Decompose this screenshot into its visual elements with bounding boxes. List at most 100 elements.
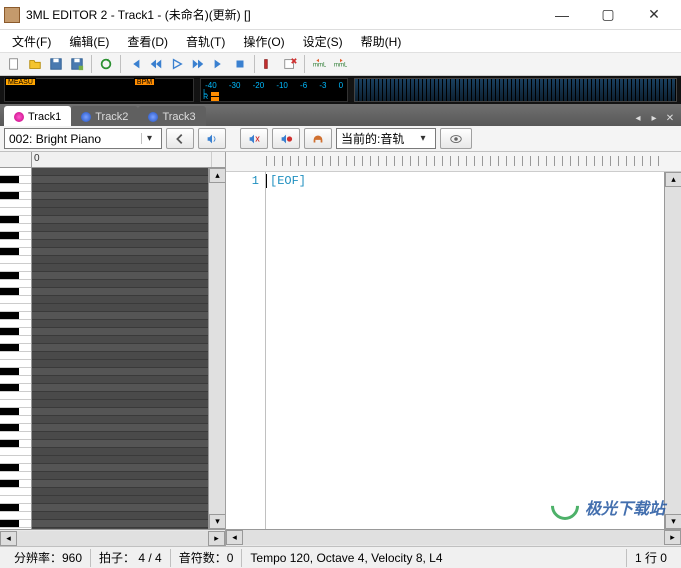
toolbar: mmL mmL bbox=[0, 52, 681, 76]
piano-roll-hscroll[interactable]: ◂ ▸ bbox=[0, 529, 225, 546]
tab-bar: Track1 Track2 Track3 ◂ ▸ ✕ bbox=[0, 104, 681, 126]
new-file-button[interactable] bbox=[4, 54, 24, 74]
instrument-select[interactable]: 002: Bright Piano ▾ bbox=[4, 128, 162, 149]
rewind-button[interactable] bbox=[125, 54, 145, 74]
scroll-up-button[interactable]: ▴ bbox=[665, 172, 681, 187]
meas-label: MEASU bbox=[5, 78, 36, 86]
editor-body[interactable]: 1 [EOF] bbox=[226, 172, 664, 529]
menu-file[interactable]: 文件(F) bbox=[4, 31, 59, 52]
level-meter: -40 -30 -20 -10 -6 -3 0 LR bbox=[200, 78, 348, 102]
tab-scroll-right[interactable]: ▸ bbox=[647, 113, 661, 124]
stop-button[interactable] bbox=[230, 54, 250, 74]
step-back-button[interactable] bbox=[146, 54, 166, 74]
ruler-zero: 0 bbox=[32, 152, 212, 167]
save-as-button[interactable] bbox=[67, 54, 87, 74]
tab-track3[interactable]: Track3 bbox=[138, 106, 205, 126]
status-bar: 分辨率：960 拍子： 4 / 4 音符数：0 Tempo 120, Octav… bbox=[0, 546, 681, 568]
eof-marker: [EOF] bbox=[270, 174, 306, 188]
piano-keys[interactable] bbox=[0, 168, 32, 529]
instrument-toolbar: 002: Bright Piano ▾ 当前的:音轨 ▾ bbox=[0, 126, 681, 152]
piano-roll-vscroll[interactable]: ▴ ▾ bbox=[208, 168, 225, 529]
menu-view[interactable]: 查看(D) bbox=[119, 31, 176, 52]
editor-vscroll[interactable]: ▴ ▾ bbox=[664, 172, 681, 529]
editor-pane: 1 [EOF] ▴ ▾ ◂ ▸ bbox=[226, 152, 681, 546]
open-file-button[interactable] bbox=[25, 54, 45, 74]
close-button[interactable]: ✕ bbox=[631, 1, 677, 29]
svg-text:mmL: mmL bbox=[313, 62, 326, 69]
bpm-label: BPM bbox=[134, 78, 155, 86]
menu-operate[interactable]: 操作(O) bbox=[235, 31, 292, 52]
counter-box: MEASU 0000:0980 BPM 120 bbox=[4, 78, 194, 102]
jump-back-button[interactable] bbox=[259, 54, 279, 74]
menu-setting[interactable]: 设定(S) bbox=[295, 31, 351, 52]
piano-roll-ruler: 0 bbox=[0, 152, 225, 168]
editor-ruler bbox=[226, 152, 681, 172]
tick: -6 bbox=[300, 81, 307, 90]
chevron-down-icon: ▾ bbox=[141, 133, 157, 144]
inst-prev-button[interactable] bbox=[166, 128, 194, 149]
refresh-button[interactable] bbox=[96, 54, 116, 74]
scroll-down-button[interactable]: ▾ bbox=[209, 514, 225, 529]
piano-roll-pane: 0 ▴ ▾ ◂ ▸ bbox=[0, 152, 226, 546]
solo-button[interactable] bbox=[272, 128, 300, 149]
window-title: 3ML EDITOR 2 - Track1 - (未命名)(更新) [] bbox=[26, 6, 539, 23]
save-button[interactable] bbox=[46, 54, 66, 74]
tick: -3 bbox=[319, 81, 326, 90]
tab-label: Track1 bbox=[28, 111, 61, 123]
level-l bbox=[211, 92, 219, 96]
menu-edit[interactable]: 编辑(E) bbox=[61, 31, 117, 52]
bpm-digits: 120 bbox=[155, 82, 193, 99]
editor-text[interactable]: [EOF] bbox=[266, 172, 664, 529]
app-icon bbox=[4, 7, 20, 23]
minimize-button[interactable]: — bbox=[539, 1, 585, 29]
lr-label: LR bbox=[203, 90, 208, 100]
svg-text:mmL: mmL bbox=[334, 62, 347, 69]
track-label: 当前的:音轨 bbox=[341, 130, 404, 147]
eye-button[interactable] bbox=[440, 128, 472, 149]
menu-bar: 文件(F) 编辑(E) 查看(D) 音轨(T) 操作(O) 设定(S) 帮助(H… bbox=[0, 30, 681, 52]
tick: -10 bbox=[276, 81, 288, 90]
position-digits: 0000:0980 bbox=[36, 82, 134, 99]
main-split: 0 ▴ ▾ ◂ ▸ 1 [EOF] ▴ ▾ bbox=[0, 152, 681, 546]
tab-close[interactable]: ✕ bbox=[663, 113, 677, 124]
tab-scroll-left[interactable]: ◂ bbox=[631, 113, 645, 124]
scroll-right-button[interactable]: ▸ bbox=[664, 530, 681, 545]
scroll-down-button[interactable]: ▾ bbox=[665, 514, 681, 529]
status-beat: 拍子： 4 / 4 bbox=[91, 549, 171, 567]
sound-on-button[interactable] bbox=[198, 128, 226, 149]
mml-import-button[interactable]: mmL bbox=[309, 54, 329, 74]
tab-label: Track3 bbox=[162, 111, 195, 123]
tick: 0 bbox=[339, 81, 343, 90]
window-controls: — ▢ ✕ bbox=[539, 1, 677, 29]
status-note-count: 音符数：0 bbox=[171, 549, 243, 567]
scroll-up-button[interactable]: ▴ bbox=[209, 168, 225, 183]
maximize-button[interactable]: ▢ bbox=[585, 1, 631, 29]
scroll-left-button[interactable]: ◂ bbox=[0, 531, 17, 546]
menu-help[interactable]: 帮助(H) bbox=[353, 31, 410, 52]
tab-dot-icon bbox=[14, 112, 24, 122]
tick: -30 bbox=[229, 81, 241, 90]
status-tempo: Tempo 120, Octave 4, Velocity 8, L4 bbox=[242, 549, 627, 567]
title-bar: 3ML EDITOR 2 - Track1 - (未命名)(更新) [] — ▢… bbox=[0, 0, 681, 30]
tick: -20 bbox=[253, 81, 265, 90]
menu-track[interactable]: 音轨(T) bbox=[178, 31, 233, 52]
roll-grid[interactable] bbox=[32, 168, 208, 529]
scroll-left-button[interactable]: ◂ bbox=[226, 530, 243, 545]
line-gutter: 1 bbox=[226, 172, 266, 529]
level-r bbox=[211, 97, 219, 101]
keyboard-strip[interactable] bbox=[354, 78, 677, 102]
status-resolution: 分辨率：960 bbox=[6, 549, 91, 567]
scroll-right-button[interactable]: ▸ bbox=[208, 531, 225, 546]
mute-button[interactable] bbox=[240, 128, 268, 149]
headphone-button[interactable] bbox=[304, 128, 332, 149]
step-fwd-button[interactable] bbox=[188, 54, 208, 74]
ffwd-button[interactable] bbox=[209, 54, 229, 74]
play-button[interactable] bbox=[167, 54, 187, 74]
mml-export-button[interactable]: mmL bbox=[330, 54, 350, 74]
delete-track-button[interactable] bbox=[280, 54, 300, 74]
tab-track1[interactable]: Track1 bbox=[4, 106, 71, 126]
tab-track2[interactable]: Track2 bbox=[71, 106, 138, 126]
meter-panel: MEASU 0000:0980 BPM 120 -40 -30 -20 -10 … bbox=[0, 76, 681, 104]
editor-hscroll[interactable]: ◂ ▸ bbox=[226, 529, 681, 546]
track-select[interactable]: 当前的:音轨 ▾ bbox=[336, 128, 436, 149]
